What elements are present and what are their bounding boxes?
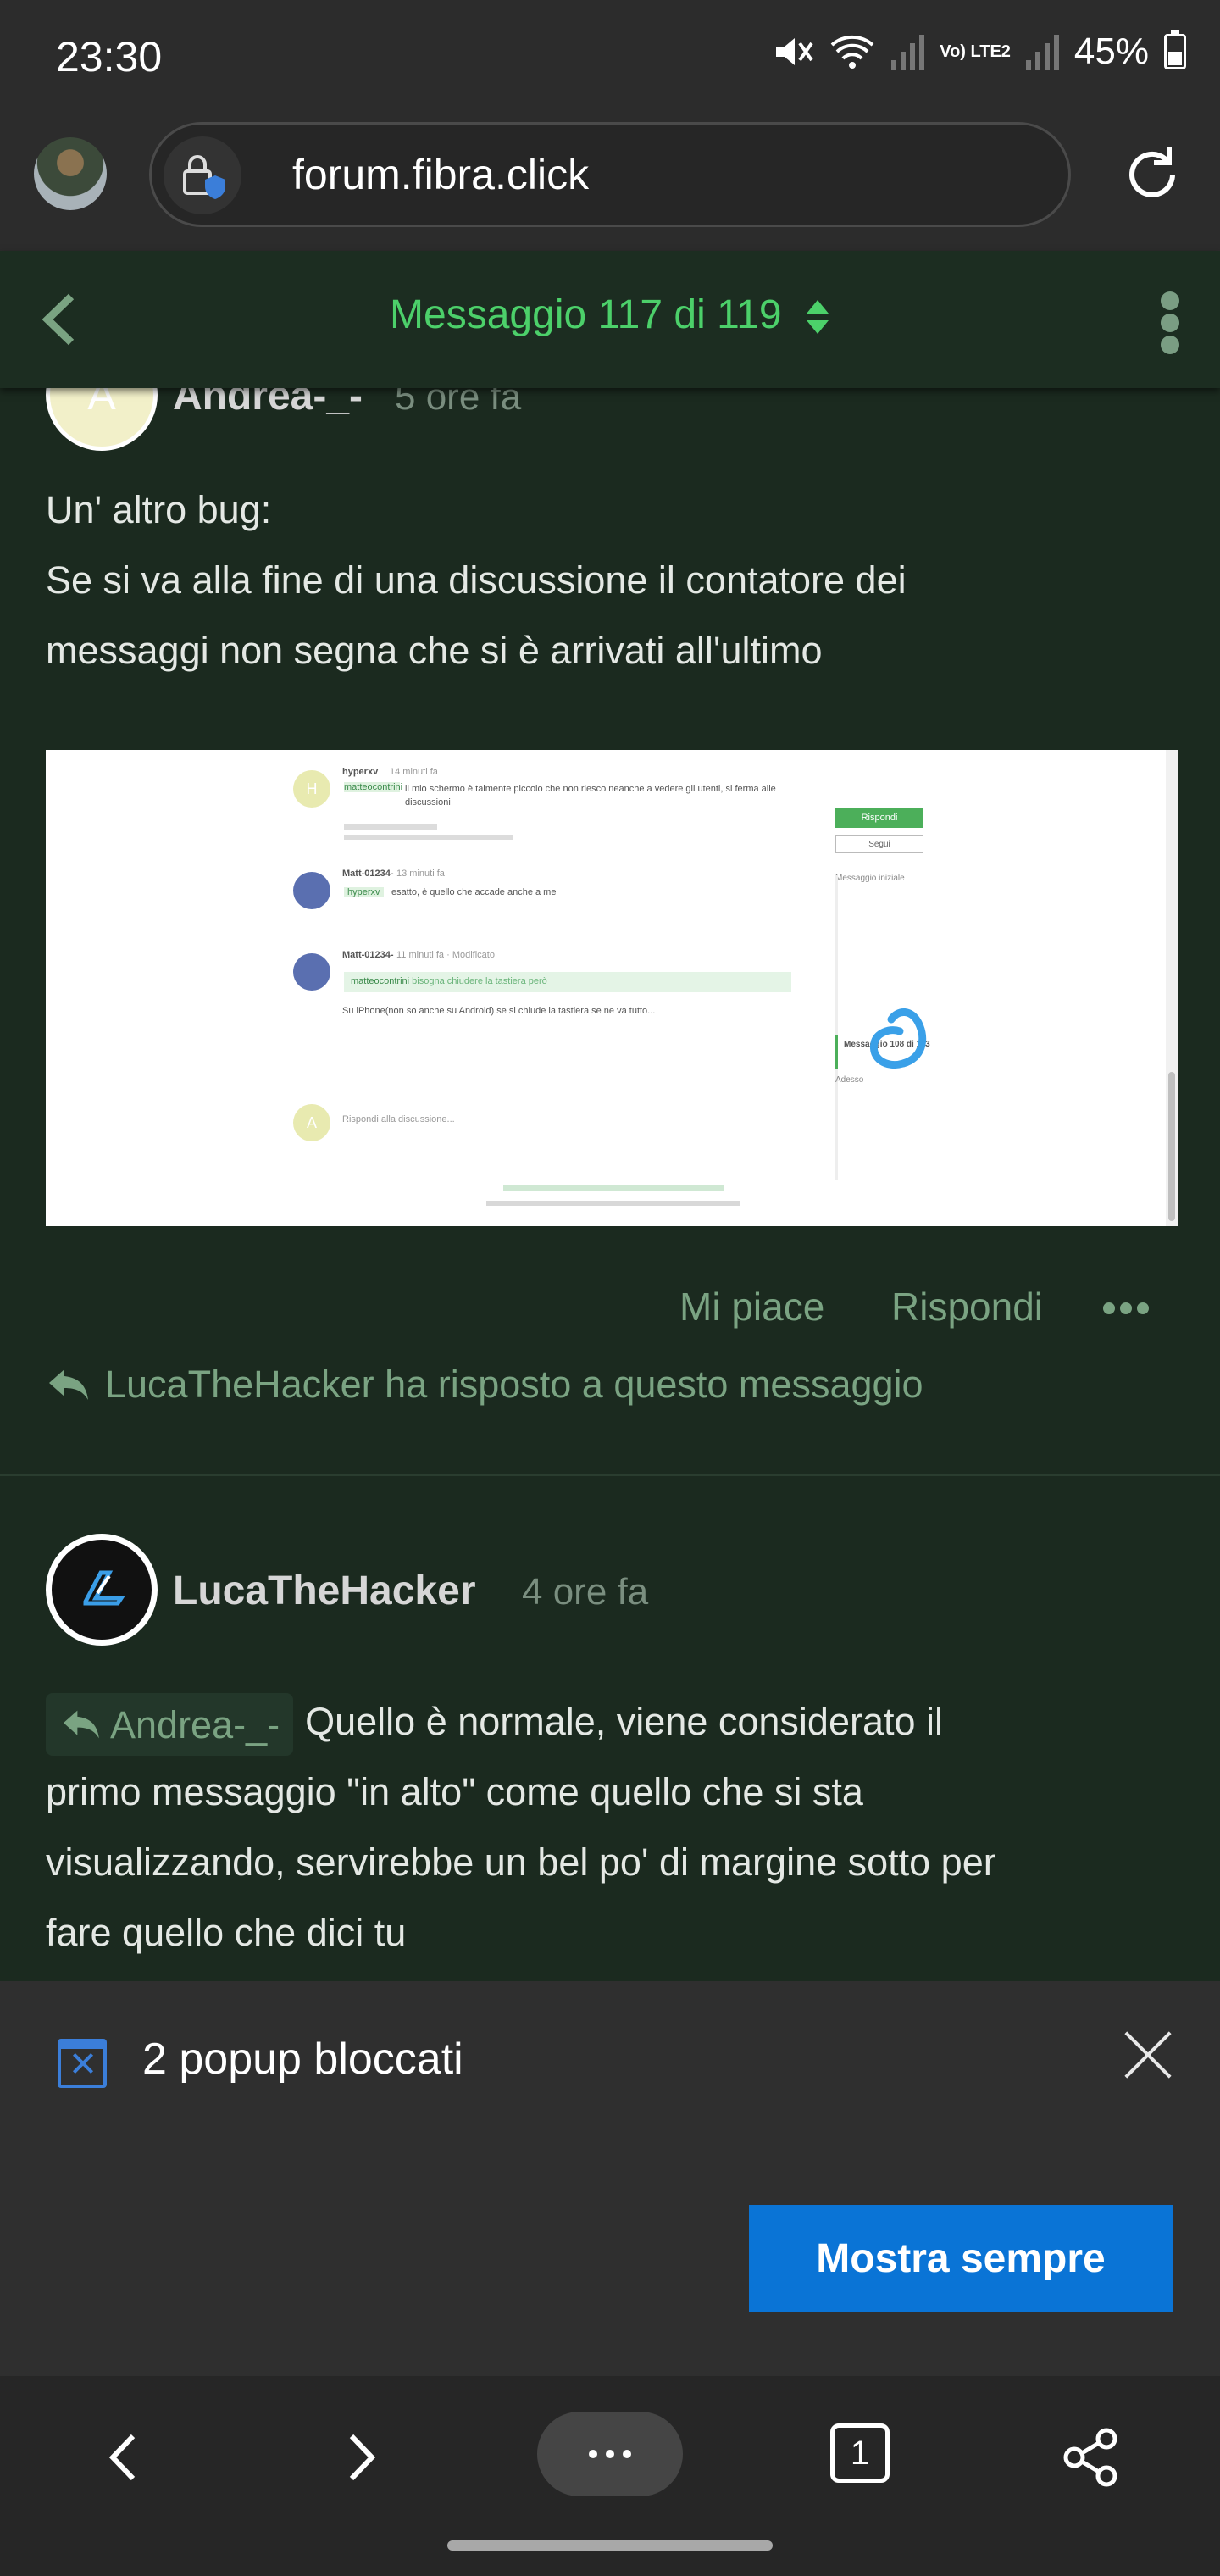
reply-arrow-icon: [49, 1369, 88, 1400]
shot-line: [344, 824, 437, 830]
menu-icon[interactable]: [537, 2412, 683, 2496]
post-line: Se si va alla fine di una discussione il…: [46, 558, 907, 602]
post-line: visualizzando, servirebbe un bel po' di …: [46, 1840, 996, 1884]
shot-footer-line: [486, 1201, 740, 1206]
shot-circle-annotation: [870, 1008, 927, 1069]
show-always-button[interactable]: Mostra sempre: [749, 2205, 1173, 2312]
close-icon[interactable]: [1123, 2030, 1173, 2079]
popup-blocked-text: 2 popup bloccati: [142, 2035, 463, 2084]
like-button[interactable]: Mi piace: [679, 1284, 824, 1330]
reply-arrow-icon: [64, 1710, 99, 1739]
sort-updown-icon: [806, 300, 829, 335]
url-text: forum.fibra.click: [292, 151, 590, 198]
share-icon[interactable]: [1049, 2415, 1134, 2500]
battery-icon: [1164, 30, 1186, 69]
tabs-button[interactable]: 1: [830, 2423, 890, 2483]
reply-button[interactable]: Rispondi: [891, 1284, 1043, 1330]
attached-screenshot[interactable]: H hyperxv 14 minuti fa matteocontrini il…: [46, 750, 1178, 1226]
status-bar: 23:30 Vo) LTE2 45%: [0, 0, 1220, 95]
shot-reply-button: Rispondi: [835, 808, 923, 828]
battery-percent: 45%: [1073, 31, 1149, 72]
quoted-user-name: Andrea-_-: [110, 1702, 280, 1746]
quoted-user-chip[interactable]: Andrea-_-: [46, 1693, 294, 1757]
lock-shield-icon: [183, 155, 225, 199]
shot-avatar-h: H: [293, 770, 330, 808]
mute-icon: [776, 38, 813, 65]
shot-username: Matt-01234-: [342, 950, 394, 960]
post-line: messaggi non segna che si è arrivati all…: [46, 629, 823, 672]
shot-text: il mio schermo è talmente piccolo che no…: [405, 784, 776, 808]
reply-notice-text: LucaTheHacker ha risposto a questo messa…: [105, 1363, 923, 1406]
status-icons: Vo) LTE2 45%: [773, 30, 1186, 73]
address-bar[interactable]: forum.fibra.click: [149, 122, 1071, 227]
ltc-logo-icon: [83, 1570, 125, 1606]
shot-quote: hyperxv: [344, 887, 384, 897]
post-body: Andrea-_- Quello è normale, viene consid…: [46, 1686, 1181, 1968]
lte-label: Vo) LTE2: [940, 42, 1011, 61]
post-header: LucaTheHacker 4 ore fa: [0, 1534, 1220, 1648]
browser-toolbar: forum.fibra.click: [0, 95, 1220, 251]
site-info-button[interactable]: [164, 136, 241, 214]
signal-1-icon: [891, 33, 925, 70]
shot-footer-line: [503, 1185, 724, 1191]
post-line: primo messaggio "in alto" come quello ch…: [46, 1770, 863, 1813]
reload-icon[interactable]: [1118, 141, 1186, 208]
more-options-icon[interactable]: [1161, 291, 1181, 354]
shot-avatar-m: [293, 872, 330, 909]
forward-icon[interactable]: [319, 2415, 403, 2500]
shot-quote-text: bisogna chiudere la tastiera però: [412, 976, 547, 986]
post-author[interactable]: LucaTheHacker: [173, 1568, 476, 1614]
shot-text: Su iPhone(non so anche su Android) se si…: [342, 1006, 656, 1016]
shot-quote-box: matteocontrini bisogna chiudere la tasti…: [344, 972, 791, 992]
thread-content: A Andrea-_- 5 ore fa Un' altro bug: Se s…: [0, 339, 1220, 1954]
post-body: Un' altro bug: Se si va alla fine di una…: [0, 475, 1220, 686]
post-divider: [0, 1474, 1220, 1476]
post-actions: Mi piace Rispondi: [0, 1284, 1220, 1335]
forum-header: Messaggio 117 di 119: [0, 251, 1220, 388]
popup-blocked-icon: [58, 2039, 107, 2088]
shot-scrubber-track: [835, 875, 838, 1180]
shot-time: 11 minuti fa · Modificato: [396, 950, 495, 960]
reply-notice[interactable]: LucaTheHacker ha risposto a questo messa…: [46, 1363, 923, 1407]
message-counter[interactable]: Messaggio 117 di 119: [0, 291, 1220, 338]
shot-reply-placeholder: Rispondi alla discussione...: [342, 1114, 455, 1124]
shot-username: Matt-01234-: [342, 869, 394, 879]
message-counter-text: Messaggio 117 di 119: [390, 292, 782, 337]
popup-blocked-sheet: 2 popup bloccati Mostra sempre: [0, 1981, 1220, 2376]
shot-follow-button: Segui: [835, 835, 923, 853]
shot-time: 14 minuti fa: [390, 767, 438, 777]
post-more-icon[interactable]: [1103, 1302, 1149, 1314]
back-icon[interactable]: [81, 2415, 166, 2500]
post-line: Andrea-_- Quello è normale, viene consid…: [46, 1686, 1181, 1757]
shot-quote: matteocontrini: [351, 976, 410, 986]
home-indicator[interactable]: [447, 2540, 773, 2551]
shot-line: [344, 835, 513, 840]
shot-text: esatto, è quello che accade anche a me: [391, 887, 557, 897]
shot-avatar-m: [293, 953, 330, 991]
wifi-icon: [830, 35, 874, 69]
shot-first-message: Messaggio iniziale: [835, 874, 905, 883]
shot-time: 13 minuti fa: [396, 869, 445, 879]
shot-scrollbar-thumb: [1168, 1072, 1175, 1221]
avatar[interactable]: [46, 1534, 158, 1646]
post-time[interactable]: 4 ore fa: [522, 1571, 648, 1613]
shot-avatar-a: A: [293, 1104, 330, 1141]
signal-2-icon: [1025, 33, 1059, 70]
post-line: Un' altro bug:: [46, 488, 272, 531]
profile-avatar[interactable]: [34, 137, 107, 210]
shot-scrubber-handle: [835, 1035, 838, 1069]
post-line: fare quello che dici tu: [46, 1911, 407, 1954]
post-line-text: Quello è normale, viene considerato il: [305, 1700, 944, 1743]
shot-username: hyperxv: [342, 767, 379, 777]
status-time: 23:30: [56, 33, 163, 80]
